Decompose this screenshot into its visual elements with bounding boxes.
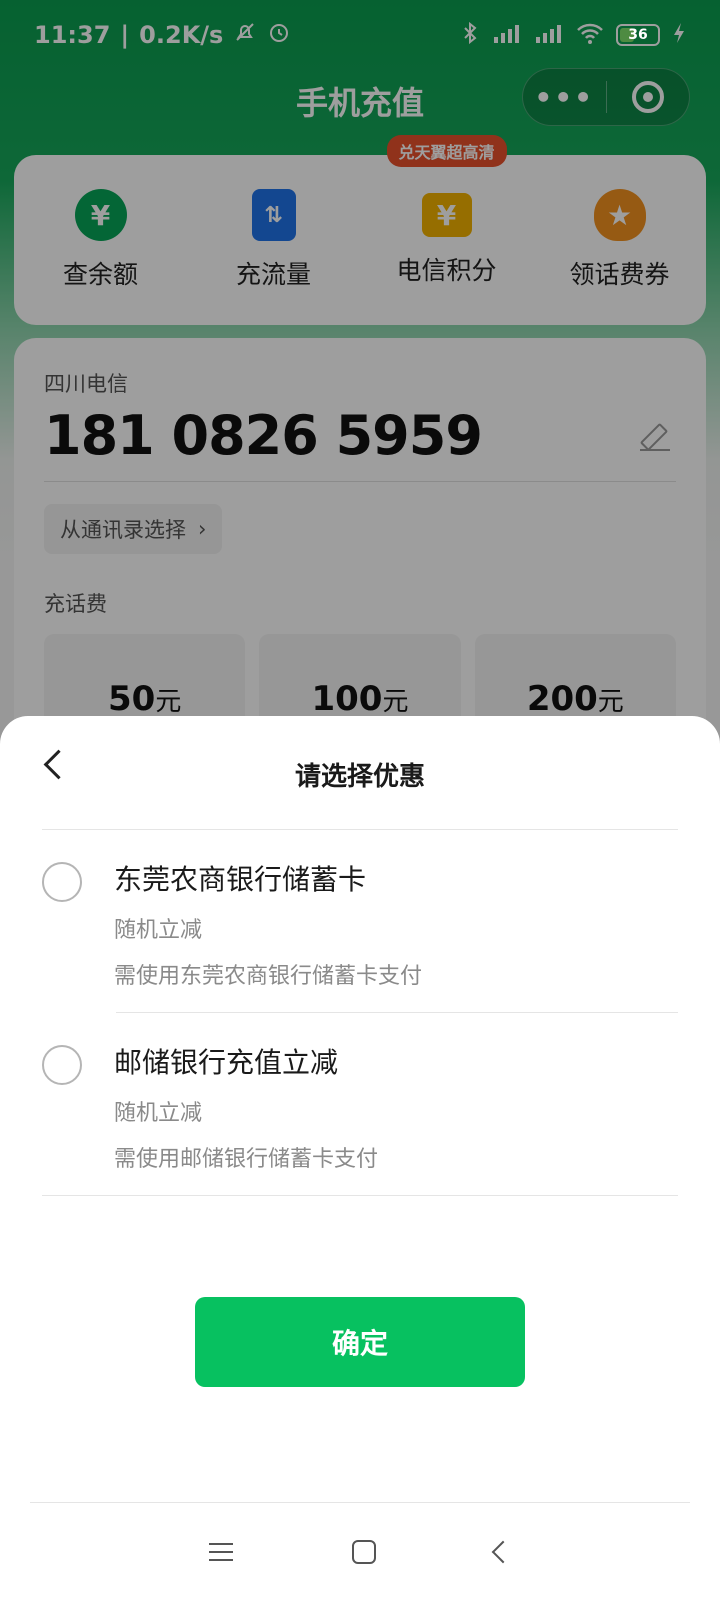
option-subtitle: 随机立减 xyxy=(114,918,203,943)
radio-button[interactable] xyxy=(42,1045,82,1085)
option-description: 需使用东莞农商银行储蓄卡支付 xyxy=(114,964,423,989)
option-title: 东莞农商银行储蓄卡 xyxy=(114,863,367,896)
discount-bottom-sheet: 请选择优惠 东莞农商银行储蓄卡 随机立减 需使用东莞农商银行储蓄卡支付 邮储银行… xyxy=(0,716,720,1600)
system-nav-bar xyxy=(30,1502,690,1600)
option-title: 邮储银行充值立减 xyxy=(114,1046,339,1079)
back-nav-icon[interactable] xyxy=(491,1540,514,1563)
confirm-button[interactable]: 确定 xyxy=(195,1297,525,1387)
option-description: 需使用邮储银行储蓄卡支付 xyxy=(114,1147,379,1172)
discount-option-dongguan[interactable]: 东莞农商银行储蓄卡 随机立减 需使用东莞农商银行储蓄卡支付 xyxy=(42,830,678,1013)
option-text: 邮储银行充值立减 随机立减 需使用邮储银行储蓄卡支付 xyxy=(114,1041,378,1173)
battery-level: 36 xyxy=(628,27,648,43)
home-icon[interactable] xyxy=(351,1539,376,1564)
option-subtitle: 随机立减 xyxy=(114,1101,203,1126)
sheet-header: 请选择优惠 xyxy=(42,716,678,830)
radio-button[interactable] xyxy=(42,862,82,902)
menu-icon[interactable] xyxy=(209,1542,234,1561)
option-text: 东莞农商银行储蓄卡 随机立减 需使用东莞农商银行储蓄卡支付 xyxy=(114,858,422,990)
sheet-title: 请选择优惠 xyxy=(294,762,425,792)
discount-option-psbc[interactable]: 邮储银行充值立减 随机立减 需使用邮储银行储蓄卡支付 xyxy=(42,1013,678,1196)
